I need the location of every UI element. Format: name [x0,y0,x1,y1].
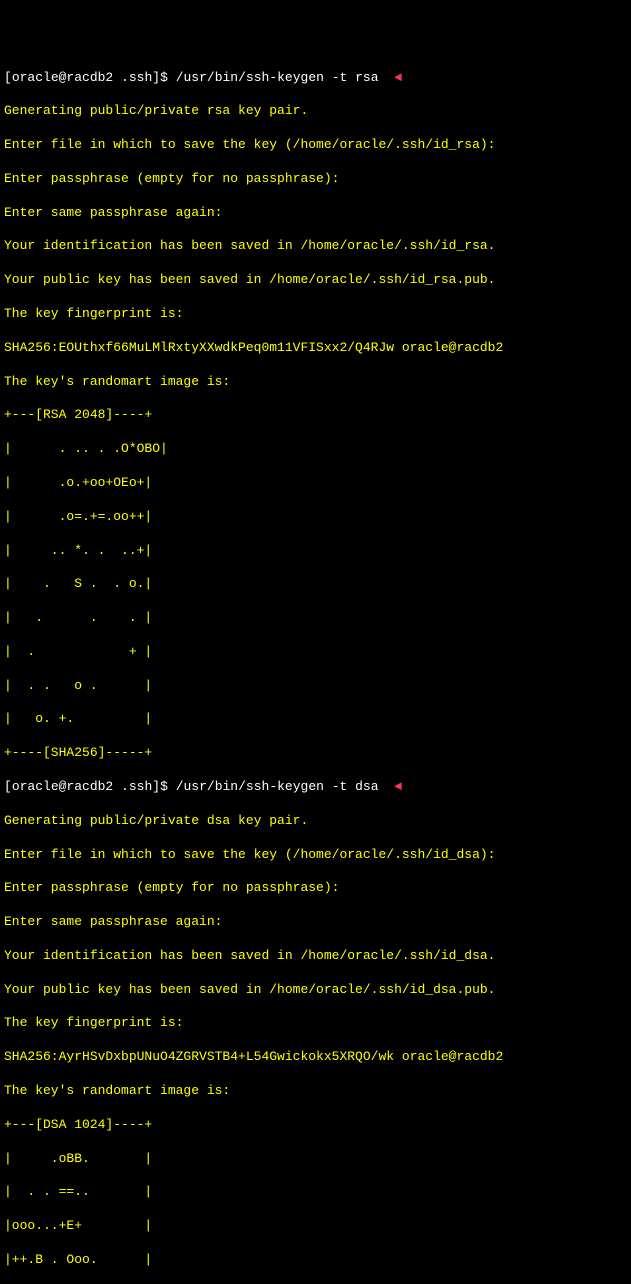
rsa-art-9: | o. +. | [4,711,627,728]
prompt-line-2[interactable]: [oracle@racdb2 .ssh]$ /usr/bin/ssh-keyge… [4,779,627,796]
dsa-art-0: +---[DSA 1024]----+ [4,1117,627,1134]
rsa-art-6: | . . . | [4,610,627,627]
dsa-art-4: |++.B . Ooo. | [4,1252,627,1269]
rsa-randlabel: The key's randomart image is: [4,374,627,391]
arrow-icon: ◄ [394,779,402,794]
prompt-symbol: $ [160,70,168,85]
command-rsa: /usr/bin/ssh-keygen -t rsa [176,70,379,85]
rsa-idsaved: Your identification has been saved in /h… [4,238,627,255]
rsa-enterfile: Enter file in which to save the key (/ho… [4,137,627,154]
rsa-art-0: +---[RSA 2048]----+ [4,407,627,424]
prompt-dir: .ssh [121,70,152,85]
dsa-art-2: | . . ==.. | [4,1184,627,1201]
dsa-gen-line: Generating public/private dsa key pair. [4,813,627,830]
dsa-enterfile: Enter file in which to save the key (/ho… [4,847,627,864]
rsa-art-8: | . . o . | [4,678,627,695]
rsa-art-7: | . + | [4,644,627,661]
rsa-art-1: | . .. . .O*OBO| [4,441,627,458]
prompt-user-host: oracle@racdb2 [12,70,113,85]
dsa-randlabel: The key's randomart image is: [4,1083,627,1100]
command-dsa: /usr/bin/ssh-keygen -t dsa [176,779,379,794]
dsa-passphrase2: Enter same passphrase again: [4,914,627,931]
rsa-art-10: +----[SHA256]-----+ [4,745,627,762]
dsa-fplabel: The key fingerprint is: [4,1015,627,1032]
dsa-art-3: |ooo...+E+ | [4,1218,627,1235]
rsa-fplabel: The key fingerprint is: [4,306,627,323]
rsa-gen-line: Generating public/private rsa key pair. [4,103,627,120]
rsa-art-3: | .o=.+=.oo++| [4,509,627,526]
rsa-pubsaved: Your public key has been saved in /home/… [4,272,627,289]
dsa-art-1: | .oBB. | [4,1151,627,1168]
prompt-line-1[interactable]: [oracle@racdb2 .ssh]$ /usr/bin/ssh-keyge… [4,70,627,87]
rsa-art-4: | .. *. . ..+| [4,543,627,560]
dsa-idsaved: Your identification has been saved in /h… [4,948,627,965]
rsa-passphrase: Enter passphrase (empty for no passphras… [4,171,627,188]
dsa-pubsaved: Your public key has been saved in /home/… [4,982,627,999]
rsa-passphrase2: Enter same passphrase again: [4,205,627,222]
dsa-fp: SHA256:AyrHSvDxbpUNuO4ZGRVSTB4+L54Gwicko… [4,1049,627,1066]
arrow-icon: ◄ [394,70,402,85]
rsa-art-2: | .o.+oo+OEo+| [4,475,627,492]
rsa-art-5: | . S . . o.| [4,576,627,593]
dsa-passphrase: Enter passphrase (empty for no passphras… [4,880,627,897]
rsa-fp: SHA256:EOUthxf66MuLMlRxtyXXwdkPeq0m11VFI… [4,340,627,357]
